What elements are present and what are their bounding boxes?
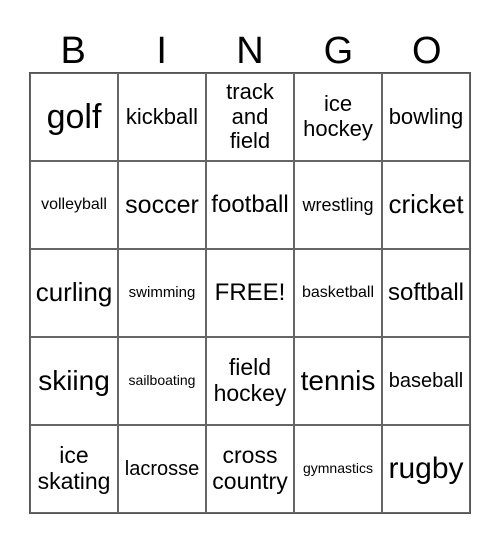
header-letter-o: O bbox=[412, 30, 442, 72]
bingo-cell[interactable]: ice skating bbox=[30, 425, 118, 513]
cell-label: rugby bbox=[388, 452, 464, 486]
cell-label: cricket bbox=[388, 189, 464, 220]
bingo-cell[interactable]: gymnastics bbox=[294, 425, 382, 513]
cell-label: football bbox=[211, 190, 289, 218]
cell-label: kickball bbox=[125, 103, 199, 129]
header-letter-i: I bbox=[156, 30, 167, 72]
cell-label: swimming bbox=[128, 283, 196, 301]
bingo-cell[interactable]: skiing bbox=[30, 337, 118, 425]
cell-label-line: skating bbox=[37, 468, 111, 494]
free-space-cell[interactable]: FREE! bbox=[206, 249, 294, 337]
header-letter-g: G bbox=[323, 30, 354, 72]
cell-label: skiing bbox=[38, 365, 110, 397]
cell-label: softball bbox=[387, 278, 465, 306]
cell-label-line: field bbox=[229, 128, 271, 154]
cell-label: FREE! bbox=[214, 278, 286, 306]
cell-label-line: field bbox=[228, 354, 272, 381]
cell-label: lacrosse bbox=[124, 457, 200, 480]
cell-label: ice hockey bbox=[303, 92, 373, 141]
cell-label-line: cross bbox=[222, 442, 278, 469]
cell-label: cross country bbox=[212, 442, 288, 495]
bingo-cell[interactable]: wrestling bbox=[294, 161, 382, 249]
cell-label: ice skating bbox=[37, 442, 111, 495]
bingo-cell[interactable]: swimming bbox=[118, 249, 206, 337]
cell-label: bowling bbox=[388, 103, 464, 129]
header-letter-b: B bbox=[60, 30, 86, 72]
cell-label-line: hockey bbox=[213, 380, 287, 406]
bingo-cell[interactable]: volleyball bbox=[30, 161, 118, 249]
cell-label-line: ice bbox=[59, 442, 89, 469]
cell-label: sailboating bbox=[128, 372, 196, 389]
bingo-cell[interactable]: ice hockey bbox=[294, 73, 382, 161]
bingo-cell[interactable]: track and field bbox=[206, 73, 294, 161]
bingo-cell[interactable]: field hockey bbox=[206, 337, 294, 425]
bingo-cell[interactable]: curling bbox=[30, 249, 118, 337]
cell-label: wrestling bbox=[302, 194, 374, 215]
cell-label-line: ice bbox=[323, 91, 353, 117]
bingo-cell[interactable]: baseball bbox=[382, 337, 470, 425]
header-letter-n: N bbox=[236, 30, 264, 72]
bingo-cell[interactable]: football bbox=[206, 161, 294, 249]
cell-label-line: track bbox=[226, 79, 274, 105]
bingo-cell[interactable]: tennis bbox=[294, 337, 382, 425]
bingo-cell[interactable]: soccer bbox=[118, 161, 206, 249]
bingo-cell[interactable]: kickball bbox=[118, 73, 206, 161]
bingo-grid: golf kickball track and field ice hockey bowlin… bbox=[29, 72, 471, 514]
cell-label: track and field bbox=[226, 79, 274, 154]
bingo-cell[interactable]: lacrosse bbox=[118, 425, 206, 513]
cell-label: baseball bbox=[388, 369, 464, 392]
cell-label: gymnastics bbox=[302, 460, 374, 477]
bingo-cell[interactable]: cricket bbox=[382, 161, 470, 249]
cell-label: volleyball bbox=[41, 196, 107, 214]
bingo-cell[interactable]: softball bbox=[382, 249, 470, 337]
bingo-cell[interactable]: sailboating bbox=[118, 337, 206, 425]
cell-label-line: country bbox=[212, 468, 288, 494]
cell-label: field hockey bbox=[213, 354, 287, 407]
bingo-cell[interactable]: rugby bbox=[382, 425, 470, 513]
bingo-cell[interactable]: golf bbox=[30, 73, 118, 161]
cell-label: basketball bbox=[301, 284, 375, 302]
cell-label: soccer bbox=[125, 191, 199, 219]
bingo-header: B I N G O bbox=[29, 30, 471, 72]
cell-label: curling bbox=[35, 277, 113, 308]
cell-label: golf bbox=[46, 97, 102, 136]
cell-label: tennis bbox=[300, 365, 376, 397]
cell-label-line: and bbox=[231, 103, 269, 129]
bingo-cell[interactable]: cross country bbox=[206, 425, 294, 513]
bingo-cell[interactable]: bowling bbox=[382, 73, 470, 161]
bingo-cell[interactable]: basketball bbox=[294, 249, 382, 337]
cell-label-line: hockey bbox=[303, 116, 373, 141]
